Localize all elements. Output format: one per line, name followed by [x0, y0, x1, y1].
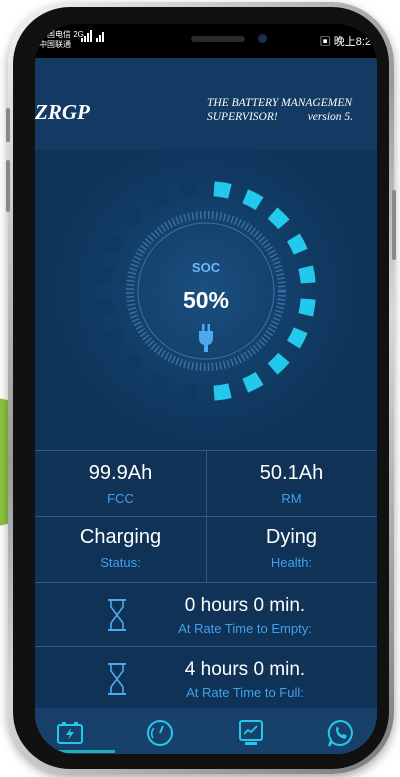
- status-stat: Charging Status:: [35, 526, 206, 570]
- gauge-segment-active: [267, 207, 290, 230]
- carrier-line-2: 中国联通: [39, 40, 71, 49]
- gauge-segment-inactive: [180, 181, 199, 199]
- version-label: version 5.: [307, 111, 354, 123]
- header-tagline: THE BATTERY MANAGEMEN SUPERVISOR! version…: [207, 96, 353, 124]
- gauge-segment-inactive: [122, 352, 145, 375]
- gauge-segment-inactive: [104, 233, 125, 255]
- status-time: ▣ 晚上8:2: [319, 36, 371, 48]
- gauge-segment-active: [213, 383, 232, 401]
- tagline-line-1: THE BATTERY MANAGEMEN: [207, 97, 353, 109]
- fcc-value: 99.9Ah: [88, 462, 153, 484]
- fcc-stat: 99.9Ah FCC: [35, 462, 206, 506]
- gauge-segment-active: [242, 372, 264, 393]
- speaker-grille: [191, 36, 245, 42]
- gauge-segment-inactive: [148, 189, 170, 210]
- carrier-info: 中国电信 2G 中国联通: [39, 30, 84, 50]
- divider: [35, 516, 377, 517]
- health-stat: Dying Health:: [206, 526, 377, 570]
- phone-side-button: [392, 190, 396, 260]
- time-to-full-label: At Rate Time to Full:: [186, 685, 304, 700]
- time-to-full-row: 4 hours 0 min. At Rate Time to Full:: [35, 647, 377, 709]
- time-to-empty-label: At Rate Time to Empty:: [178, 621, 312, 636]
- gauge-segment-inactive: [104, 327, 125, 349]
- app-screen: 中国电信 2G 中国联通 ▣ 晚上8:2 ZRGP THE BATTERY MA…: [35, 24, 377, 754]
- nav-active-indicator: [51, 750, 115, 753]
- soc-value: 50%: [182, 287, 230, 313]
- battery-stats-panel: 99.9Ah FCC 50.1Ah RM Charging Status: Dy…: [35, 450, 377, 710]
- carrier-line-1: 中国电信 2G: [39, 30, 84, 39]
- soc-gauge-panel: SOC 50%: [35, 150, 377, 450]
- soc-label: SOC: [191, 260, 221, 275]
- rm-label: RM: [281, 491, 302, 506]
- status-bar: 中国电信 2G 中国联通 ▣ 晚上8:2: [35, 24, 377, 58]
- speedometer-icon[interactable]: [145, 718, 175, 748]
- tagline-line-2: SUPERVISOR!: [207, 111, 278, 123]
- app-header: ZRGP THE BATTERY MANAGEMEN SUPERVISOR! ve…: [35, 58, 377, 150]
- fcc-label: FCC: [107, 491, 134, 506]
- battery-icon[interactable]: [55, 718, 85, 748]
- gauge-segment-active: [287, 327, 308, 349]
- front-camera: [258, 34, 267, 43]
- whatsapp-icon[interactable]: [326, 718, 356, 748]
- phone-side-button: [6, 108, 10, 142]
- brand-logo: ZRGP: [35, 100, 90, 124]
- phone-side-button: [6, 160, 10, 212]
- plug-icon: [199, 324, 213, 352]
- health-value: Dying: [265, 526, 318, 548]
- gauge-segment-active: [242, 189, 264, 210]
- gauge-segment-inactive: [122, 207, 145, 230]
- gauge-segment-active: [213, 181, 232, 199]
- bottom-nav: [35, 708, 377, 754]
- hourglass-icon: [108, 663, 126, 695]
- gauge-segment-active: [267, 352, 290, 375]
- status-label: Status:: [100, 555, 141, 570]
- rm-value: 50.1Ah: [259, 462, 324, 484]
- signal-icon: [81, 30, 104, 42]
- gauge-segment-inactive: [148, 372, 170, 393]
- time-to-empty-value: 0 hours 0 min.: [184, 595, 306, 616]
- status-value: Charging: [79, 526, 162, 548]
- gauge-segment-inactive: [180, 383, 199, 401]
- time-to-empty-row: 0 hours 0 min. At Rate Time to Empty:: [35, 583, 377, 645]
- time-to-full-value: 4 hours 0 min.: [184, 659, 306, 680]
- rm-stat: 50.1Ah RM: [206, 462, 377, 506]
- health-label: Health:: [270, 555, 313, 570]
- gauge-segment-active: [287, 233, 308, 255]
- monitor-chart-icon[interactable]: [236, 718, 266, 748]
- hourglass-icon: [108, 599, 126, 631]
